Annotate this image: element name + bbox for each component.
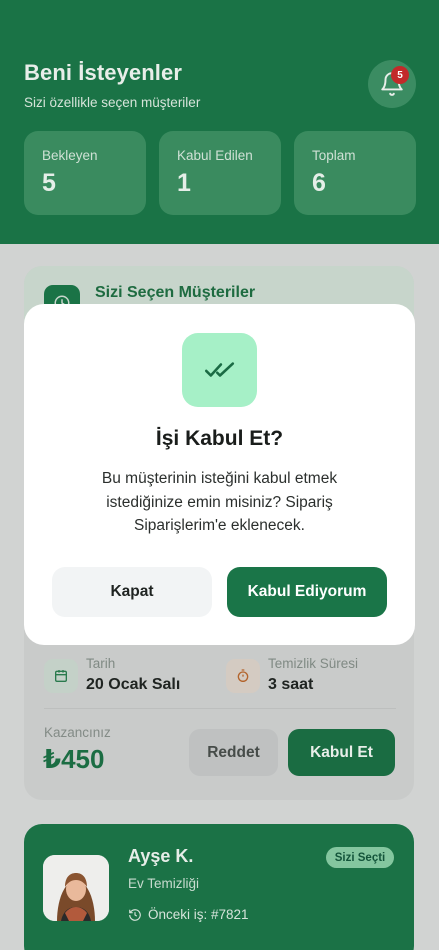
page-subtitle: Sizi özellikle seçen müşteriler bbox=[24, 95, 201, 110]
stat-value: 1 bbox=[177, 169, 191, 197]
avatar bbox=[43, 855, 109, 921]
date-label: Tarih bbox=[86, 656, 116, 671]
previous-job: Önceki iş: #7821 bbox=[128, 907, 249, 922]
history-icon bbox=[129, 908, 141, 921]
calendar-icon bbox=[44, 659, 78, 693]
confirm-button[interactable]: Kabul Ediyorum bbox=[227, 567, 387, 617]
earnings-label: Kazancınız bbox=[44, 725, 111, 740]
earnings-value: ₺450 bbox=[43, 744, 105, 774]
stat-card-accepted: Kabul Edilen 1 bbox=[159, 131, 281, 215]
duration-label: Temizlik Süresi bbox=[268, 656, 359, 671]
stat-label: Kabul Edilen bbox=[177, 148, 253, 163]
close-button[interactable]: Kapat bbox=[52, 567, 212, 617]
customer-name: Ayşe K. bbox=[128, 846, 194, 866]
timer-icon bbox=[226, 659, 260, 693]
stat-label: Toplam bbox=[312, 148, 356, 163]
previous-job-text: Önceki iş: #7821 bbox=[148, 907, 249, 922]
page-title: Beni İsteyenler bbox=[24, 60, 183, 85]
reject-button[interactable]: Reddet bbox=[189, 729, 278, 776]
stat-label: Bekleyen bbox=[42, 148, 98, 163]
stat-card-pending: Bekleyen 5 bbox=[24, 131, 146, 215]
duration-value: 3 saat bbox=[268, 676, 314, 693]
notification-badge: 5 bbox=[391, 66, 409, 84]
stat-card-total: Toplam 6 bbox=[294, 131, 416, 215]
stat-value: 6 bbox=[312, 169, 326, 197]
service-type: Ev Temizliği bbox=[128, 876, 200, 891]
stat-value: 5 bbox=[42, 169, 56, 197]
chosen-badge: Sizi Seçti bbox=[326, 847, 394, 868]
divider bbox=[44, 708, 396, 709]
notifications-button[interactable] bbox=[368, 60, 416, 108]
accept-button[interactable]: Kabul Et bbox=[288, 729, 395, 776]
double-check-icon bbox=[182, 333, 257, 407]
dialog-message: Bu müşterinin isteğini kabul etmek isted… bbox=[101, 470, 338, 534]
section-title: Sizi Seçen Müşteriler bbox=[95, 284, 256, 301]
dialog-title: İşi Kabul Et? bbox=[155, 427, 284, 450]
date-value: 20 Ocak Salı bbox=[86, 676, 181, 693]
